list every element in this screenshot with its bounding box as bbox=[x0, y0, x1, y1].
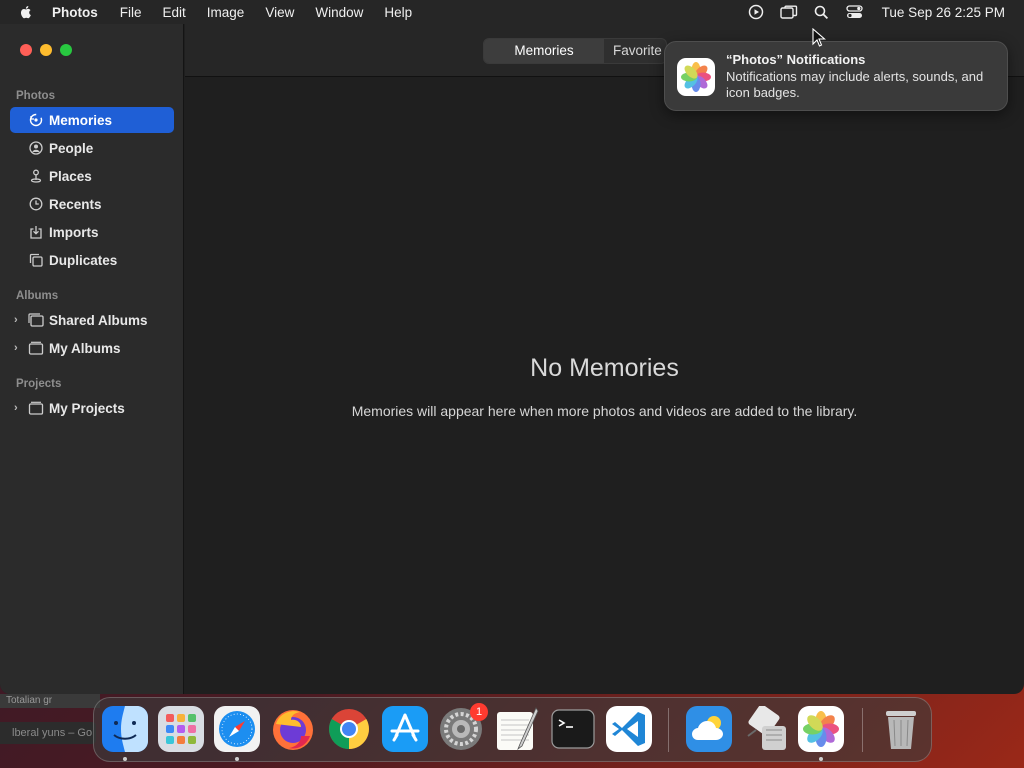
menu-image[interactable]: Image bbox=[207, 5, 245, 20]
sidebar-item-recents[interactable]: Recents bbox=[10, 191, 174, 217]
close-window-button[interactable] bbox=[20, 44, 32, 56]
album-folder-icon bbox=[28, 340, 44, 356]
sidebar: Photos Memories People Places Recents Im… bbox=[0, 24, 184, 694]
memories-tab-switcher: Memories Favorite Memories bbox=[483, 38, 667, 64]
sidebar-item-label: Imports bbox=[49, 224, 99, 240]
empty-state-title: No Memories bbox=[530, 354, 679, 382]
menu-bar: Photos File Edit Image View Window Help … bbox=[0, 0, 1024, 24]
sidebar-item-label: People bbox=[49, 140, 94, 156]
sidebar-item-memories[interactable]: Memories bbox=[10, 107, 174, 133]
notification-banner[interactable]: “Photos” Notifications Notifications may… bbox=[664, 41, 1008, 111]
places-icon bbox=[28, 168, 44, 184]
menu-help[interactable]: Help bbox=[384, 5, 412, 20]
recents-icon bbox=[28, 196, 44, 212]
sidebar-item-label: Memories bbox=[49, 112, 113, 128]
duplicates-icon bbox=[28, 252, 44, 268]
sidebar-section-albums[interactable]: Albums bbox=[16, 290, 58, 302]
project-folder-icon bbox=[28, 400, 44, 416]
launchpad-icon[interactable] bbox=[158, 706, 204, 752]
status-area: Tue Sep 26 2:25 PM bbox=[732, 0, 1005, 24]
spotlight-search-icon[interactable] bbox=[813, 4, 831, 20]
sidebar-item-label: Places bbox=[49, 168, 92, 184]
sidebar-item-duplicates[interactable]: Duplicates bbox=[10, 247, 174, 273]
sidebar-item-label: My Projects bbox=[49, 400, 125, 416]
weather-icon[interactable] bbox=[686, 706, 732, 752]
screen-record-icon[interactable] bbox=[747, 4, 765, 20]
sidebar-item-label: Shared Albums bbox=[49, 312, 148, 328]
finder-icon[interactable] bbox=[102, 706, 148, 752]
minimize-window-button[interactable] bbox=[40, 44, 52, 56]
sidebar-section-photos[interactable]: Photos bbox=[16, 90, 55, 102]
background-window-strip: Totalian gr bbox=[0, 694, 100, 708]
app-store-icon[interactable] bbox=[382, 706, 428, 752]
chevron-right-icon[interactable]: › bbox=[14, 342, 24, 354]
sidebar-item-label: My Albums bbox=[49, 340, 121, 356]
menu-view[interactable]: View bbox=[265, 5, 294, 20]
dock-separator bbox=[862, 708, 863, 752]
sidebar-item-imports[interactable]: Imports bbox=[10, 219, 174, 245]
window-controls bbox=[20, 44, 80, 56]
settings-update-badge: 1 bbox=[470, 703, 488, 721]
dock-separator bbox=[668, 708, 669, 752]
imports-icon bbox=[28, 224, 44, 240]
photos-dock-icon[interactable] bbox=[798, 706, 844, 752]
chevron-right-icon[interactable]: › bbox=[14, 314, 24, 326]
tab-favorite-memories[interactable]: Favorite Memories bbox=[604, 39, 666, 63]
memories-icon bbox=[28, 112, 44, 128]
terminal-icon[interactable] bbox=[550, 706, 596, 752]
firefox-icon[interactable] bbox=[270, 706, 316, 752]
tab-memories[interactable]: Memories bbox=[484, 39, 604, 63]
sidebar-item-label: Recents bbox=[49, 196, 102, 212]
dock-running-indicator bbox=[123, 757, 127, 761]
menu-window[interactable]: Window bbox=[315, 5, 363, 20]
chrome-icon[interactable] bbox=[326, 706, 372, 752]
notification-body: Notifications may include alerts, sounds… bbox=[726, 69, 984, 100]
photos-window: Photos Memories People Places Recents Im… bbox=[0, 24, 1024, 694]
people-icon bbox=[28, 140, 44, 156]
control-center-icon[interactable] bbox=[846, 4, 864, 20]
mouse-cursor-icon bbox=[812, 28, 826, 47]
sidebar-item-places[interactable]: Places bbox=[10, 163, 174, 189]
textedit-icon[interactable] bbox=[494, 706, 540, 752]
background-browser-tab[interactable]: lberal yuns – Go bbox=[0, 722, 96, 744]
sidebar-item-label: Duplicates bbox=[49, 252, 118, 268]
trash-icon[interactable] bbox=[878, 706, 924, 752]
migration-assistant-icon[interactable] bbox=[742, 704, 788, 752]
notification-title: “Photos” Notifications bbox=[726, 52, 866, 67]
vscode-icon[interactable] bbox=[606, 706, 652, 752]
safari-icon[interactable] bbox=[214, 706, 260, 752]
sidebar-item-my-albums[interactable]: › My Albums bbox=[10, 335, 174, 361]
sidebar-item-shared-albums[interactable]: › Shared Albums bbox=[10, 307, 174, 333]
dock-running-indicator bbox=[235, 757, 239, 761]
sidebar-item-people[interactable]: People bbox=[10, 135, 174, 161]
chevron-right-icon[interactable]: › bbox=[14, 402, 24, 414]
menu-clock[interactable]: Tue Sep 26 2:25 PM bbox=[882, 5, 1005, 20]
menu-app-name[interactable]: Photos bbox=[52, 5, 98, 20]
maximize-window-button[interactable] bbox=[60, 44, 72, 56]
shared-albums-icon bbox=[28, 312, 44, 328]
dock: 1 bbox=[93, 697, 932, 762]
sidebar-item-my-projects[interactable]: › My Projects bbox=[10, 395, 174, 421]
apple-logo-icon[interactable] bbox=[18, 4, 34, 20]
menu-edit[interactable]: Edit bbox=[163, 5, 186, 20]
menu-file[interactable]: File bbox=[120, 5, 142, 20]
dock-running-indicator bbox=[819, 757, 823, 761]
system-settings-icon[interactable]: 1 bbox=[438, 703, 488, 752]
screen-mirroring-icon[interactable] bbox=[779, 4, 798, 20]
photos-app-icon bbox=[677, 58, 715, 96]
empty-state-subtitle: Memories will appear here when more phot… bbox=[351, 403, 858, 419]
sidebar-section-projects[interactable]: Projects bbox=[16, 378, 61, 390]
